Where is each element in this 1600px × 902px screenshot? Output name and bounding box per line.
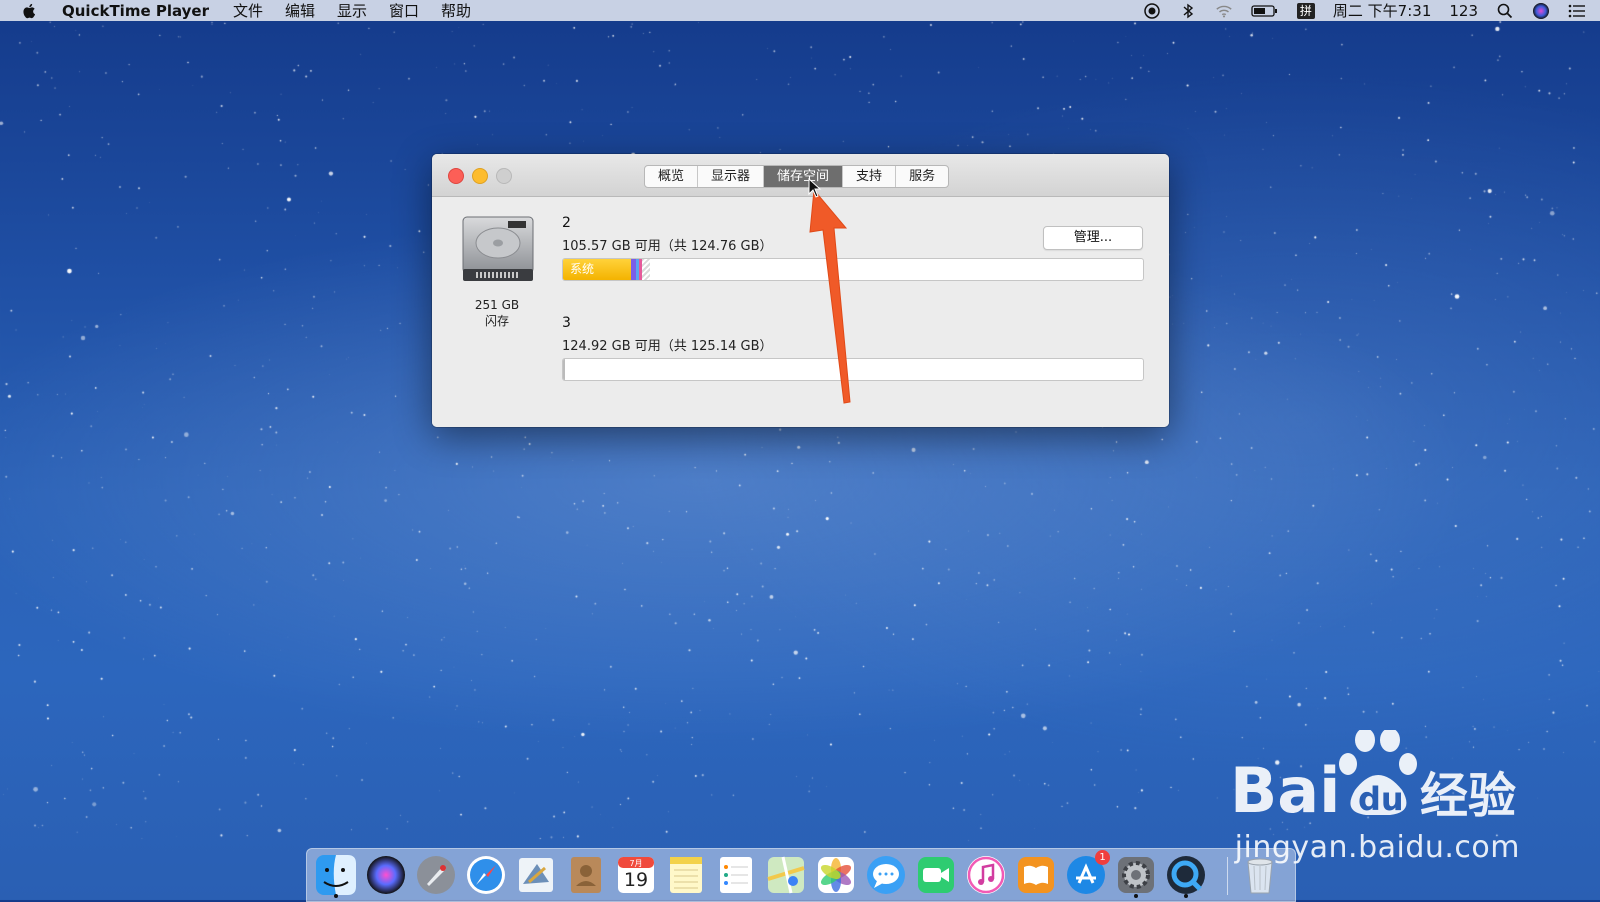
storage-segment-system[interactable]: 系统 bbox=[563, 259, 631, 280]
menu-file[interactable]: 文件 bbox=[233, 0, 263, 21]
dock-photos-icon[interactable] bbox=[815, 854, 857, 896]
input-method-indicator[interactable]: 拼 bbox=[1296, 2, 1315, 19]
calendar-month: 7月 bbox=[629, 859, 643, 868]
menu-edit[interactable]: 编辑 bbox=[285, 0, 315, 21]
app-name-menu[interactable]: QuickTime Player bbox=[62, 2, 209, 20]
dock-maps-icon[interactable] bbox=[765, 854, 807, 896]
svg-text:经验: 经验 bbox=[1420, 768, 1516, 824]
battery-icon[interactable] bbox=[1251, 3, 1279, 19]
volume-info: 124.92 GB 可用（共 125.14 GB） bbox=[562, 339, 773, 354]
calendar-day: 19 bbox=[623, 869, 649, 891]
tab-overview[interactable]: 概览 bbox=[645, 166, 697, 187]
close-button[interactable] bbox=[448, 168, 464, 184]
manage-button[interactable]: 管理... bbox=[1043, 226, 1143, 250]
tab-storage[interactable]: 储存空间 bbox=[763, 166, 843, 187]
dock-safari-icon[interactable] bbox=[465, 854, 507, 896]
notification-badge: 1 bbox=[1095, 850, 1110, 865]
dock: 7月 19 1 bbox=[306, 848, 1296, 902]
apple-logo-icon[interactable] bbox=[20, 2, 38, 20]
menu-window[interactable]: 窗口 bbox=[389, 0, 419, 21]
dock-reminders-icon[interactable] bbox=[715, 854, 757, 896]
volume-info: 105.57 GB 可用（共 124.76 GB） bbox=[562, 239, 773, 254]
disk-type: 闪存 bbox=[484, 314, 509, 328]
dock-messages-icon[interactable] bbox=[865, 854, 907, 896]
dock-contacts-icon[interactable] bbox=[565, 854, 607, 896]
volume-name: 2 bbox=[562, 215, 571, 231]
tab-support[interactable]: 支持 bbox=[842, 166, 895, 187]
dock-calendar-icon[interactable]: 7月 19 bbox=[615, 854, 657, 896]
dock-app-store-icon[interactable]: 1 bbox=[1065, 850, 1110, 896]
disk-caption: 251 GB 闪存 bbox=[452, 297, 542, 329]
notification-center-icon[interactable] bbox=[1568, 3, 1586, 19]
zoom-button[interactable] bbox=[496, 168, 512, 184]
disk-size: 251 GB bbox=[474, 298, 520, 312]
wifi-icon[interactable] bbox=[1215, 3, 1233, 19]
tab-bar: 概览 显示器 储存空间 支持 服务 bbox=[644, 165, 950, 188]
tab-service[interactable]: 服务 bbox=[895, 166, 948, 187]
running-indicator bbox=[334, 894, 338, 898]
annotation-arrow-icon bbox=[809, 190, 851, 404]
dock-system-preferences-icon[interactable] bbox=[1115, 854, 1157, 898]
svg-text:Bai: Bai bbox=[1230, 754, 1340, 825]
dock-quicktime-icon[interactable] bbox=[1165, 854, 1207, 898]
storage-segment-used bbox=[563, 359, 565, 380]
menu-bar: QuickTime Player 文件 编辑 显示 窗口 帮助 拼 周二 下午7… bbox=[0, 0, 1600, 21]
minimize-button[interactable] bbox=[472, 168, 488, 184]
dock-finder-icon[interactable] bbox=[315, 854, 357, 898]
volume-name: 3 bbox=[562, 315, 571, 331]
dock-itunes-icon[interactable] bbox=[965, 854, 1007, 896]
dock-mail-icon[interactable] bbox=[515, 854, 557, 896]
svg-text:du: du bbox=[1358, 780, 1404, 818]
screen-record-icon[interactable] bbox=[1143, 2, 1161, 19]
spotlight-search-icon[interactable] bbox=[1496, 3, 1514, 19]
menu-help[interactable]: 帮助 bbox=[441, 0, 471, 21]
siri-icon[interactable] bbox=[1532, 2, 1550, 19]
dock-siri-icon[interactable] bbox=[365, 854, 407, 896]
menu-view[interactable]: 显示 bbox=[337, 0, 367, 21]
dock-launchpad-icon[interactable] bbox=[415, 854, 457, 896]
bluetooth-icon[interactable] bbox=[1179, 3, 1197, 19]
watermark-url: jingyan.baidu.com bbox=[1234, 830, 1520, 865]
dock-separator bbox=[1227, 857, 1228, 895]
running-indicator bbox=[1134, 894, 1138, 898]
dock-ibooks-icon[interactable] bbox=[1015, 854, 1057, 896]
dock-facetime-icon[interactable] bbox=[915, 854, 957, 896]
clock[interactable]: 周二 下午7:31 bbox=[1333, 0, 1431, 21]
tab-displays[interactable]: 显示器 bbox=[697, 166, 763, 187]
mouse-cursor-icon bbox=[808, 178, 822, 198]
baidu-jingyan-watermark: Bai du 经验 jingyan.baidu.com bbox=[1230, 730, 1520, 870]
baidu-paw-logo-icon: Bai du 经验 bbox=[1230, 730, 1516, 825]
running-indicator bbox=[1184, 894, 1188, 898]
storage-segment-purgeable[interactable] bbox=[642, 259, 650, 280]
dock-notes-icon[interactable] bbox=[665, 854, 707, 896]
user-name[interactable]: 123 bbox=[1449, 2, 1478, 20]
hard-disk-icon bbox=[462, 216, 534, 281]
